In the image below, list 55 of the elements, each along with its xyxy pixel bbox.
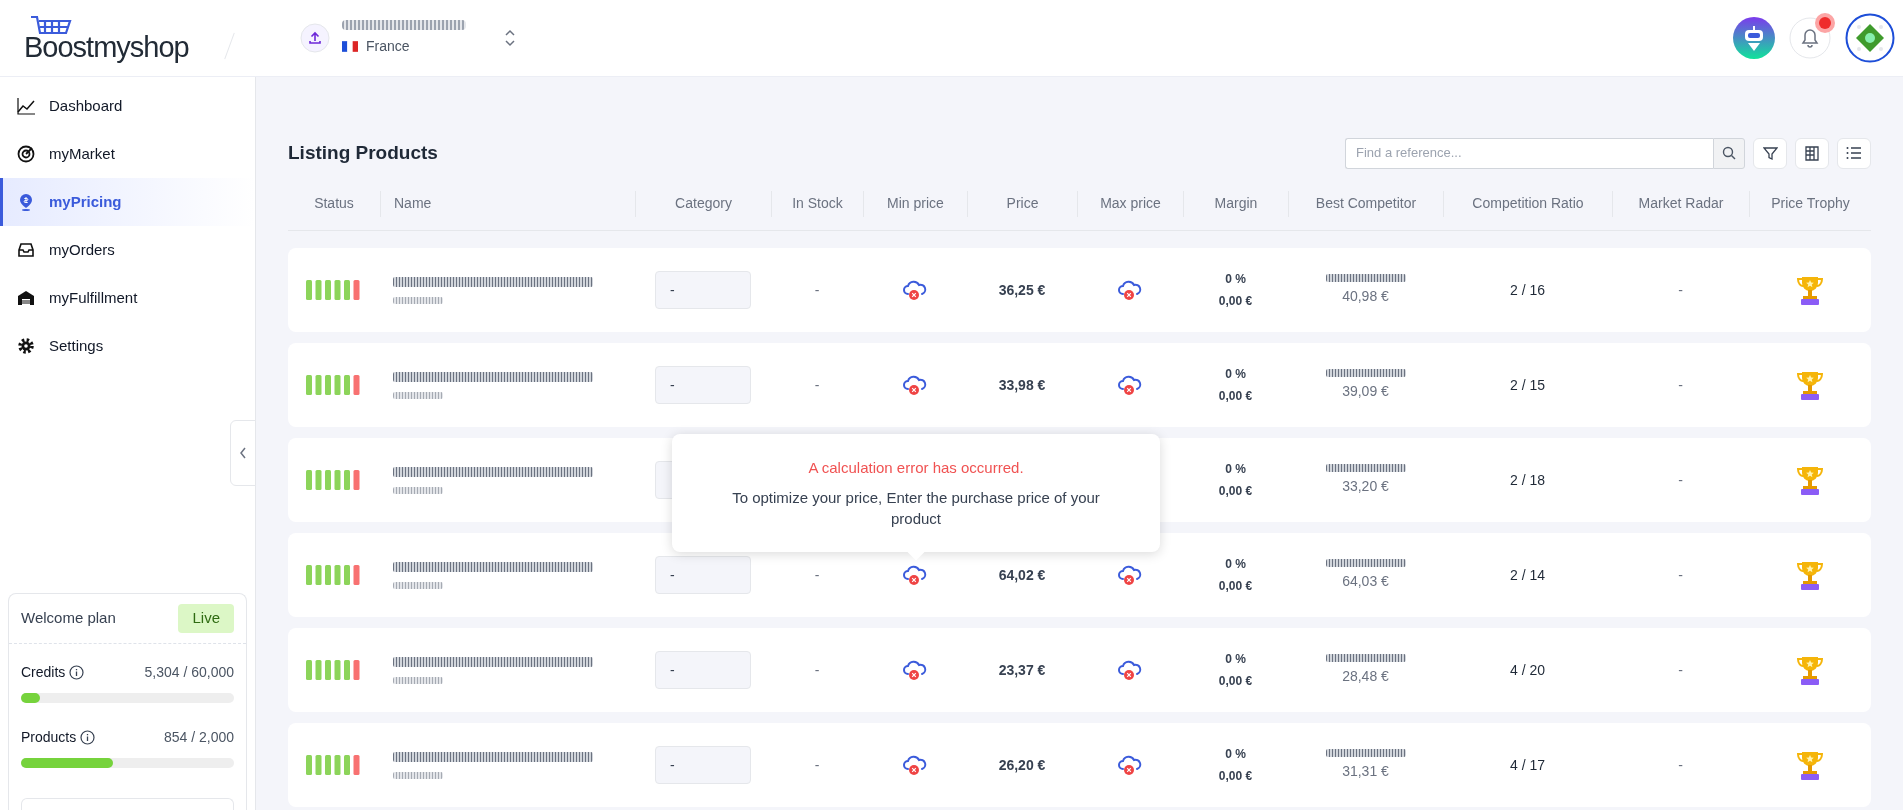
meter-label: Credits	[21, 663, 66, 682]
category-value: -	[670, 375, 675, 395]
margin-percent: 0 %	[1225, 556, 1246, 573]
competitor-price: 28,48 €	[1342, 666, 1389, 686]
market-radar-value: -	[1678, 280, 1683, 300]
logo-text: Boostmyshop	[24, 32, 189, 62]
margin-value: 0,00 €	[1218, 578, 1253, 595]
price-value: 26,20 €	[998, 755, 1046, 775]
competition-ratio: 2 / 16	[1510, 280, 1545, 300]
market-radar-value: -	[1678, 755, 1683, 775]
price-value: 64,02 €	[998, 565, 1046, 585]
country-label: France	[366, 36, 410, 56]
page-title: Listing Products	[288, 140, 438, 165]
competitor-price: 64,03 €	[1342, 571, 1389, 591]
margin-value: 0,00 €	[1218, 768, 1253, 785]
competitor-price: 40,98 €	[1342, 286, 1389, 306]
competition-ratio: 2 / 18	[1510, 470, 1545, 490]
competition-ratio: 4 / 17	[1510, 755, 1545, 775]
stock-value: -	[814, 375, 820, 395]
margin-value: 0,00 €	[1218, 483, 1253, 500]
margin-value: 0,00 €	[1218, 388, 1253, 405]
plan-title: Welcome plan	[21, 608, 116, 629]
stock-value: -	[814, 755, 820, 775]
price-value: 33,98 €	[998, 375, 1046, 395]
stock-value: -	[814, 660, 820, 680]
meter-reading: 854 / 2,000	[163, 728, 234, 747]
stock-value: -	[814, 280, 820, 300]
tooltip-title: A calculation error has occurred.	[808, 457, 1024, 478]
category-value: -	[670, 565, 675, 585]
plan-status: Live	[178, 604, 234, 633]
meter-label: Products	[21, 728, 77, 747]
category-value: -	[670, 280, 675, 300]
category-value: -	[670, 660, 675, 680]
margin-percent: 0 %	[1225, 271, 1246, 288]
market-radar-value: -	[1678, 565, 1683, 585]
competition-ratio: 2 / 15	[1510, 375, 1545, 395]
competitor-price: 39,09 €	[1342, 381, 1389, 401]
margin-value: 0,00 €	[1218, 673, 1253, 690]
margin-percent: 0 %	[1225, 651, 1246, 668]
stock-value: -	[814, 565, 820, 585]
competition-ratio: 2 / 14	[1510, 565, 1545, 585]
competition-ratio: 4 / 20	[1510, 660, 1545, 680]
category-value: -	[670, 755, 675, 775]
competitor-price: 31,31 €	[1342, 761, 1389, 781]
margin-value: 0,00 €	[1218, 293, 1253, 310]
price-value: 36,25 €	[998, 280, 1046, 300]
margin-percent: 0 %	[1225, 746, 1246, 763]
market-radar-value: -	[1678, 375, 1683, 395]
margin-percent: 0 %	[1225, 366, 1246, 383]
market-radar-value: -	[1678, 470, 1683, 490]
price-value: 23,37 €	[998, 660, 1046, 680]
competitor-price: 33,20 €	[1342, 476, 1389, 496]
margin-percent: 0 %	[1225, 461, 1246, 478]
meter-reading: 5,304 / 60,000	[144, 663, 234, 682]
market-radar-value: -	[1678, 660, 1683, 680]
